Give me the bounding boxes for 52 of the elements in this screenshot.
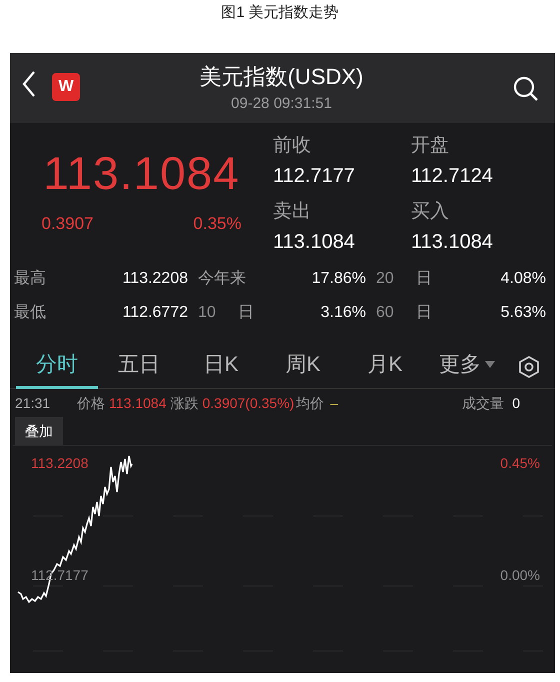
stat-value: 3.16% — [320, 303, 366, 323]
stat-label: 最高 — [14, 268, 46, 289]
field-label: 卖出 — [273, 200, 312, 224]
chart-tab[interactable]: 周K — [262, 344, 344, 388]
stat-label: 60 — [376, 303, 395, 323]
chart-tab[interactable]: 日K — [180, 344, 262, 388]
field-label: 前收 — [273, 134, 312, 158]
chart-tab[interactable]: 月K — [344, 344, 426, 388]
chart-tab[interactable]: 更多 — [426, 344, 508, 388]
info-label: 成交量 — [462, 394, 504, 412]
overlay-button[interactable]: 叠加 — [15, 417, 63, 445]
field-label: 开盘 — [411, 134, 450, 158]
stat-label: 20 — [376, 269, 395, 289]
field-label: 买入 — [411, 200, 450, 224]
stat-label: 今年来 — [198, 268, 246, 289]
field-value: 113.1084 — [273, 230, 356, 255]
page-title: 美元指数(USDX) — [200, 63, 364, 91]
time-label: 21:31 — [15, 394, 52, 412]
price-change: 0.3907 — [42, 213, 94, 235]
info-value: 113.1084 — [109, 394, 166, 412]
info-label: 涨跌 — [170, 394, 198, 412]
app-logo: W — [52, 73, 80, 101]
stat-label: 日 — [416, 303, 432, 323]
chart-tab[interactable]: 五日 — [98, 344, 180, 388]
info-label: 均价 — [296, 394, 324, 412]
current-price: 113.1084 — [43, 147, 240, 199]
field-value: 112.7177 — [273, 164, 356, 189]
stat-label: 日 — [416, 269, 432, 289]
axis-label: 0.00% — [500, 566, 540, 585]
axis-label: 113.2208 — [31, 454, 88, 473]
chart-tab[interactable]: 分时 — [16, 344, 98, 388]
settings-icon[interactable] — [517, 354, 541, 378]
stat-value: 17.86% — [312, 269, 366, 289]
stat-value: 5.63% — [500, 303, 546, 323]
percent-change: 0.35% — [193, 213, 242, 235]
stat-label: 最低 — [14, 303, 46, 323]
info-value: – — [330, 394, 338, 412]
info-value: 0 — [512, 394, 520, 412]
stat-label: 日 — [238, 303, 254, 323]
info-value: 0.3907(0.35%) — [202, 394, 294, 413]
back-icon[interactable] — [22, 71, 36, 97]
field-value: 112.7124 — [411, 164, 494, 189]
stat-value: 112.6772 — [122, 303, 188, 323]
field-value: 113.1084 — [411, 230, 494, 255]
info-label: 价格 — [77, 394, 105, 412]
stat-value: 113.2208 — [122, 269, 188, 289]
axis-label: 0.45% — [500, 454, 540, 473]
figure-caption: 图1 美元指数走势 — [220, 3, 340, 23]
stat-label: 10 — [198, 303, 217, 323]
update-time: 09-28 09:31:51 — [231, 94, 332, 114]
stat-value: 4.08% — [500, 269, 546, 289]
search-icon[interactable] — [513, 76, 539, 102]
